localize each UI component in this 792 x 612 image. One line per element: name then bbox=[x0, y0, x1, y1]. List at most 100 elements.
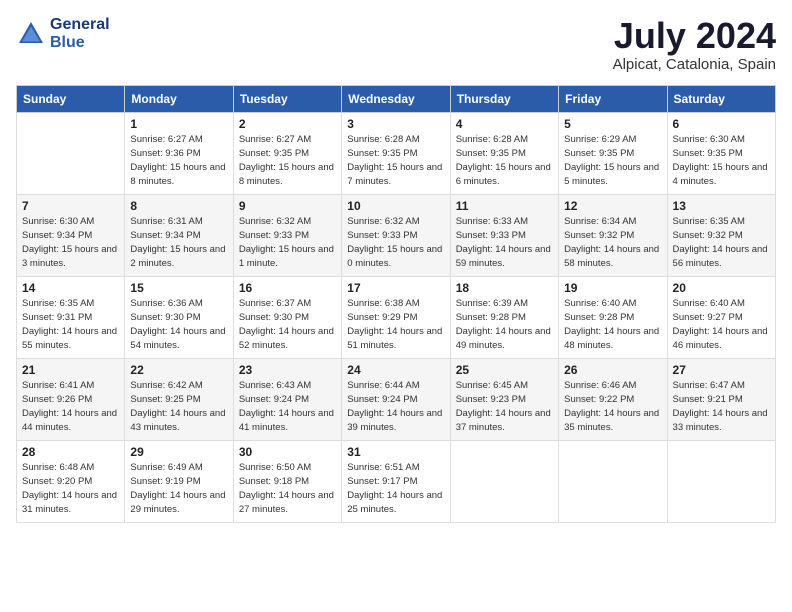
day-info: Sunrise: 6:27 AMSunset: 9:35 PMDaylight:… bbox=[239, 133, 336, 190]
day-info: Sunrise: 6:43 AMSunset: 9:24 PMDaylight:… bbox=[239, 379, 336, 436]
cell-week4-day2: 23 Sunrise: 6:43 AMSunset: 9:24 PMDayligh… bbox=[233, 358, 341, 440]
day-number: 27 bbox=[673, 363, 770, 377]
day-number: 26 bbox=[564, 363, 661, 377]
day-number: 23 bbox=[239, 363, 336, 377]
day-number: 1 bbox=[130, 117, 227, 131]
day-number: 18 bbox=[456, 281, 553, 295]
day-number: 20 bbox=[673, 281, 770, 295]
day-info: Sunrise: 6:44 AMSunset: 9:24 PMDaylight:… bbox=[347, 379, 444, 436]
cell-week1-day6: 6 Sunrise: 6:30 AMSunset: 9:35 PMDaylight… bbox=[667, 112, 775, 194]
location-title: Alpicat, Catalonia, Spain bbox=[613, 56, 776, 73]
cell-week3-day5: 19 Sunrise: 6:40 AMSunset: 9:28 PMDayligh… bbox=[559, 276, 667, 358]
cell-week4-day3: 24 Sunrise: 6:44 AMSunset: 9:24 PMDayligh… bbox=[342, 358, 450, 440]
logo-icon bbox=[16, 19, 46, 49]
day-number: 2 bbox=[239, 117, 336, 131]
day-info: Sunrise: 6:36 AMSunset: 9:30 PMDaylight:… bbox=[130, 297, 227, 354]
day-info: Sunrise: 6:32 AMSunset: 9:33 PMDaylight:… bbox=[239, 215, 336, 272]
day-number: 19 bbox=[564, 281, 661, 295]
day-number: 25 bbox=[456, 363, 553, 377]
day-number: 29 bbox=[130, 445, 227, 459]
day-info: Sunrise: 6:40 AMSunset: 9:28 PMDaylight:… bbox=[564, 297, 661, 354]
day-number: 7 bbox=[22, 199, 119, 213]
day-info: Sunrise: 6:30 AMSunset: 9:35 PMDaylight:… bbox=[673, 133, 770, 190]
day-info: Sunrise: 6:41 AMSunset: 9:26 PMDaylight:… bbox=[22, 379, 119, 436]
cell-week1-day2: 2 Sunrise: 6:27 AMSunset: 9:35 PMDaylight… bbox=[233, 112, 341, 194]
day-info: Sunrise: 6:50 AMSunset: 9:18 PMDaylight:… bbox=[239, 461, 336, 518]
cell-week1-day3: 3 Sunrise: 6:28 AMSunset: 9:35 PMDaylight… bbox=[342, 112, 450, 194]
cell-week3-day2: 16Sunrise: 6:37 AMSunset: 9:30 PMDayligh… bbox=[233, 276, 341, 358]
day-number: 24 bbox=[347, 363, 444, 377]
day-number: 8 bbox=[130, 199, 227, 213]
cell-week5-day0: 28 Sunrise: 6:48 AMSunset: 9:20 PMDayligh… bbox=[17, 440, 125, 522]
day-number: 14 bbox=[22, 281, 119, 295]
cell-week1-day4: 4Sunrise: 6:28 AMSunset: 9:35 PMDaylight… bbox=[450, 112, 558, 194]
day-info: Sunrise: 6:32 AMSunset: 9:33 PMDaylight:… bbox=[347, 215, 444, 272]
cell-week1-day1: 1Sunrise: 6:27 AMSunset: 9:36 PMDaylight… bbox=[125, 112, 233, 194]
day-number: 6 bbox=[673, 117, 770, 131]
day-number: 21 bbox=[22, 363, 119, 377]
day-number: 31 bbox=[347, 445, 444, 459]
day-number: 15 bbox=[130, 281, 227, 295]
day-info: Sunrise: 6:30 AMSunset: 9:34 PMDaylight:… bbox=[22, 215, 119, 272]
cell-week4-day0: 21 Sunrise: 6:41 AMSunset: 9:26 PMDayligh… bbox=[17, 358, 125, 440]
header-monday: Monday bbox=[125, 85, 233, 112]
cell-week5-day2: 30Sunrise: 6:50 AMSunset: 9:18 PMDayligh… bbox=[233, 440, 341, 522]
day-number: 28 bbox=[22, 445, 119, 459]
logo: General Blue bbox=[16, 16, 110, 52]
day-info: Sunrise: 6:47 AMSunset: 9:21 PMDaylight:… bbox=[673, 379, 770, 436]
day-info: Sunrise: 6:28 AMSunset: 9:35 PMDaylight:… bbox=[347, 133, 444, 190]
day-number: 3 bbox=[347, 117, 444, 131]
cell-week2-day2: 9 Sunrise: 6:32 AMSunset: 9:33 PMDaylight… bbox=[233, 194, 341, 276]
cell-week4-day6: 27 Sunrise: 6:47 AMSunset: 9:21 PMDayligh… bbox=[667, 358, 775, 440]
month-title: July 2024 bbox=[613, 16, 776, 56]
cell-week5-day5 bbox=[559, 440, 667, 522]
cell-week2-day4: 11Sunrise: 6:33 AMSunset: 9:33 PMDayligh… bbox=[450, 194, 558, 276]
week-row-2: 7 Sunrise: 6:30 AMSunset: 9:34 PMDaylight… bbox=[17, 194, 776, 276]
day-number: 5 bbox=[564, 117, 661, 131]
header-sunday: Sunday bbox=[17, 85, 125, 112]
day-info: Sunrise: 6:35 AMSunset: 9:31 PMDaylight:… bbox=[22, 297, 119, 354]
title-block: July 2024 Alpicat, Catalonia, Spain bbox=[613, 16, 776, 73]
day-number: 4 bbox=[456, 117, 553, 131]
day-number: 16 bbox=[239, 281, 336, 295]
header-tuesday: Tuesday bbox=[233, 85, 341, 112]
day-number: 17 bbox=[347, 281, 444, 295]
page-header: General Blue July 2024 Alpicat, Cataloni… bbox=[16, 16, 776, 73]
cell-week3-day6: 20 Sunrise: 6:40 AMSunset: 9:27 PMDayligh… bbox=[667, 276, 775, 358]
cell-week3-day3: 17 Sunrise: 6:38 AMSunset: 9:29 PMDayligh… bbox=[342, 276, 450, 358]
cell-week2-day5: 12Sunrise: 6:34 AMSunset: 9:32 PMDayligh… bbox=[559, 194, 667, 276]
day-info: Sunrise: 6:38 AMSunset: 9:29 PMDaylight:… bbox=[347, 297, 444, 354]
day-info: Sunrise: 6:45 AMSunset: 9:23 PMDaylight:… bbox=[456, 379, 553, 436]
logo-text: General Blue bbox=[50, 16, 110, 52]
header-saturday: Saturday bbox=[667, 85, 775, 112]
day-number: 12 bbox=[564, 199, 661, 213]
day-info: Sunrise: 6:51 AMSunset: 9:17 PMDaylight:… bbox=[347, 461, 444, 518]
header-wednesday: Wednesday bbox=[342, 85, 450, 112]
day-number: 9 bbox=[239, 199, 336, 213]
day-number: 13 bbox=[673, 199, 770, 213]
day-info: Sunrise: 6:39 AMSunset: 9:28 PMDaylight:… bbox=[456, 297, 553, 354]
cell-week1-day5: 5 Sunrise: 6:29 AMSunset: 9:35 PMDaylight… bbox=[559, 112, 667, 194]
day-info: Sunrise: 6:33 AMSunset: 9:33 PMDaylight:… bbox=[456, 215, 553, 272]
week-row-1: 1Sunrise: 6:27 AMSunset: 9:36 PMDaylight… bbox=[17, 112, 776, 194]
day-info: Sunrise: 6:48 AMSunset: 9:20 PMDaylight:… bbox=[22, 461, 119, 518]
header-friday: Friday bbox=[559, 85, 667, 112]
cell-week2-day3: 10Sunrise: 6:32 AMSunset: 9:33 PMDayligh… bbox=[342, 194, 450, 276]
day-info: Sunrise: 6:40 AMSunset: 9:27 PMDaylight:… bbox=[673, 297, 770, 354]
cell-week4-day5: 26Sunrise: 6:46 AMSunset: 9:22 PMDayligh… bbox=[559, 358, 667, 440]
day-info: Sunrise: 6:29 AMSunset: 9:35 PMDaylight:… bbox=[564, 133, 661, 190]
cell-week4-day4: 25 Sunrise: 6:45 AMSunset: 9:23 PMDayligh… bbox=[450, 358, 558, 440]
cell-week5-day1: 29 Sunrise: 6:49 AMSunset: 9:19 PMDayligh… bbox=[125, 440, 233, 522]
cell-week4-day1: 22Sunrise: 6:42 AMSunset: 9:25 PMDayligh… bbox=[125, 358, 233, 440]
cell-week5-day4 bbox=[450, 440, 558, 522]
cell-week3-day1: 15 Sunrise: 6:36 AMSunset: 9:30 PMDayligh… bbox=[125, 276, 233, 358]
day-info: Sunrise: 6:49 AMSunset: 9:19 PMDaylight:… bbox=[130, 461, 227, 518]
header-thursday: Thursday bbox=[450, 85, 558, 112]
week-row-5: 28 Sunrise: 6:48 AMSunset: 9:20 PMDayligh… bbox=[17, 440, 776, 522]
cell-week5-day6 bbox=[667, 440, 775, 522]
cell-week2-day0: 7 Sunrise: 6:30 AMSunset: 9:34 PMDaylight… bbox=[17, 194, 125, 276]
week-row-4: 21 Sunrise: 6:41 AMSunset: 9:26 PMDayligh… bbox=[17, 358, 776, 440]
cell-week2-day6: 13 Sunrise: 6:35 AMSunset: 9:32 PMDayligh… bbox=[667, 194, 775, 276]
day-info: Sunrise: 6:35 AMSunset: 9:32 PMDaylight:… bbox=[673, 215, 770, 272]
weekday-header-row: SundayMondayTuesdayWednesdayThursdayFrid… bbox=[17, 85, 776, 112]
